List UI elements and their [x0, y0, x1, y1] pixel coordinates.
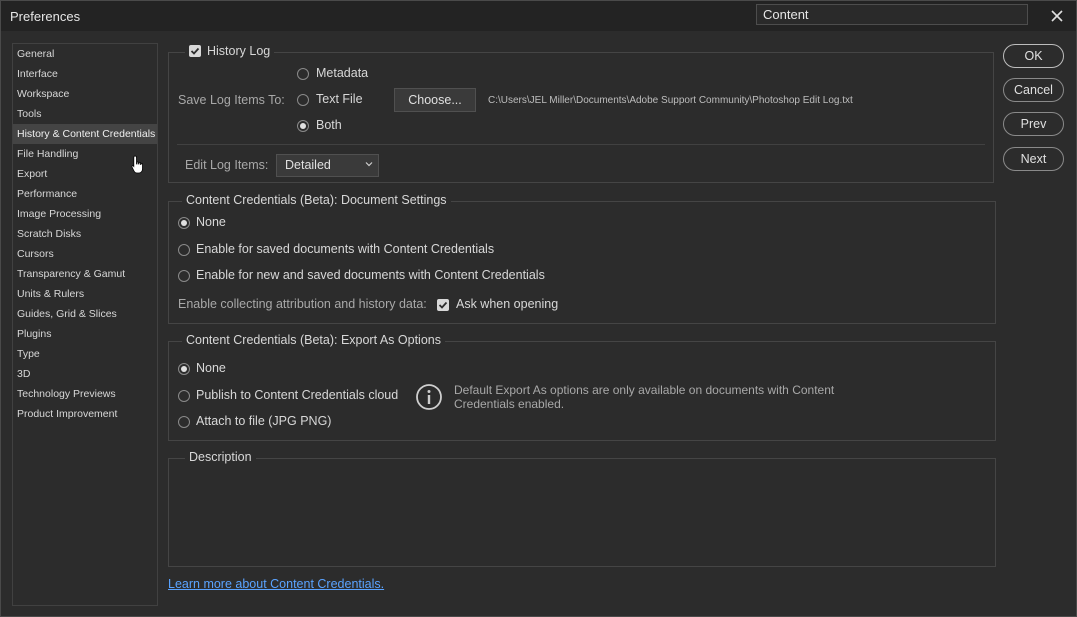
export-options-legend: Content Credentials (Beta): Export As Op…	[182, 333, 445, 347]
log-path: C:\Users\JEL Miller\Documents\Adobe Supp…	[488, 95, 853, 106]
radio-metadata-label: Metadata	[316, 66, 369, 80]
sidebar-item-history-content-credentials[interactable]: History & Content Credentials	[13, 124, 157, 144]
title-bar: Preferences	[1, 1, 1076, 31]
radio-text-file[interactable]	[297, 94, 309, 106]
info-icon	[416, 384, 442, 410]
history-log-label: History Log	[207, 44, 271, 58]
edit-log-items-value: Detailed	[285, 158, 331, 172]
sidebar-item-tools[interactable]: Tools	[13, 104, 157, 124]
sidebar-item-guides-grid-slices[interactable]: Guides, Grid & Slices	[13, 304, 157, 324]
save-log-label: Save Log Items To:	[178, 93, 285, 107]
sidebar-item-units-rulers[interactable]: Units & Rulers	[13, 284, 157, 304]
radio-export-attach[interactable]	[178, 416, 190, 428]
ask-when-opening-label: Ask when opening	[456, 297, 559, 311]
description-panel	[168, 458, 996, 567]
close-icon[interactable]	[1047, 6, 1067, 26]
sidebar-item-technology-previews[interactable]: Technology Previews	[13, 384, 157, 404]
sidebar-item-plugins[interactable]: Plugins	[13, 324, 157, 344]
radio-text-file-label: Text File	[316, 92, 363, 106]
sidebar-item-product-improvement[interactable]: Product Improvement	[13, 404, 157, 424]
edit-log-items-select[interactable]: Detailed	[276, 154, 379, 177]
radio-metadata[interactable]	[297, 68, 309, 80]
choose-button[interactable]: Choose...	[394, 88, 476, 112]
history-log-checkbox[interactable]	[189, 45, 201, 57]
radio-doc-saved-label: Enable for saved documents with Content …	[196, 242, 495, 256]
export-info-line-2: Credentials enabled.	[454, 397, 565, 411]
radio-doc-new-saved-label: Enable for new and saved documents with …	[196, 268, 545, 282]
sidebar: General Interface Workspace Tools Histor…	[12, 43, 158, 606]
hand-cursor-icon	[131, 155, 143, 174]
ask-when-opening-checkbox[interactable]	[437, 299, 449, 311]
window-title: Preferences	[10, 9, 81, 24]
radio-doc-none-label: None	[196, 215, 226, 229]
radio-export-none-label: None	[196, 361, 226, 375]
collect-data-label: Enable collecting attribution and histor…	[178, 297, 427, 311]
radio-export-cloud-label: Publish to Content Credentials cloud	[196, 388, 399, 402]
description-legend: Description	[185, 450, 256, 464]
prev-button[interactable]: Prev	[1003, 112, 1064, 136]
radio-doc-new-saved[interactable]	[178, 270, 190, 282]
sidebar-item-interface[interactable]: Interface	[13, 64, 157, 84]
divider	[177, 144, 985, 145]
ok-button[interactable]: OK	[1003, 44, 1064, 68]
history-log-legend: History Log	[185, 44, 275, 58]
radio-doc-none[interactable]	[178, 217, 190, 229]
document-settings-legend: Content Credentials (Beta): Document Set…	[182, 193, 451, 207]
sidebar-item-workspace[interactable]: Workspace	[13, 84, 157, 104]
export-info-text: Default Export As options are only avail…	[454, 383, 834, 411]
radio-export-cloud[interactable]	[178, 390, 190, 402]
sidebar-item-type[interactable]: Type	[13, 344, 157, 364]
cancel-button[interactable]: Cancel	[1003, 78, 1064, 102]
sidebar-item-image-processing[interactable]: Image Processing	[13, 204, 157, 224]
radio-both-label: Both	[316, 118, 342, 132]
radio-export-attach-label: Attach to file (JPG PNG)	[196, 414, 332, 428]
export-info-line-1: Default Export As options are only avail…	[454, 383, 835, 397]
learn-more-link[interactable]: Learn more about Content Credentials.	[168, 577, 384, 591]
radio-export-none[interactable]	[178, 363, 190, 375]
search-input[interactable]	[756, 4, 1028, 25]
sidebar-item-3d[interactable]: 3D	[13, 364, 157, 384]
sidebar-item-transparency-gamut[interactable]: Transparency & Gamut	[13, 264, 157, 284]
radio-doc-saved[interactable]	[178, 244, 190, 256]
sidebar-item-cursors[interactable]: Cursors	[13, 244, 157, 264]
radio-both[interactable]	[297, 120, 309, 132]
chevron-down-icon	[365, 162, 373, 167]
sidebar-item-scratch-disks[interactable]: Scratch Disks	[13, 224, 157, 244]
sidebar-item-general[interactable]: General	[13, 44, 157, 64]
sidebar-item-performance[interactable]: Performance	[13, 184, 157, 204]
next-button[interactable]: Next	[1003, 147, 1064, 171]
preferences-window: Preferences General Interface Workspace …	[0, 0, 1077, 617]
edit-log-label: Edit Log Items:	[185, 158, 269, 172]
